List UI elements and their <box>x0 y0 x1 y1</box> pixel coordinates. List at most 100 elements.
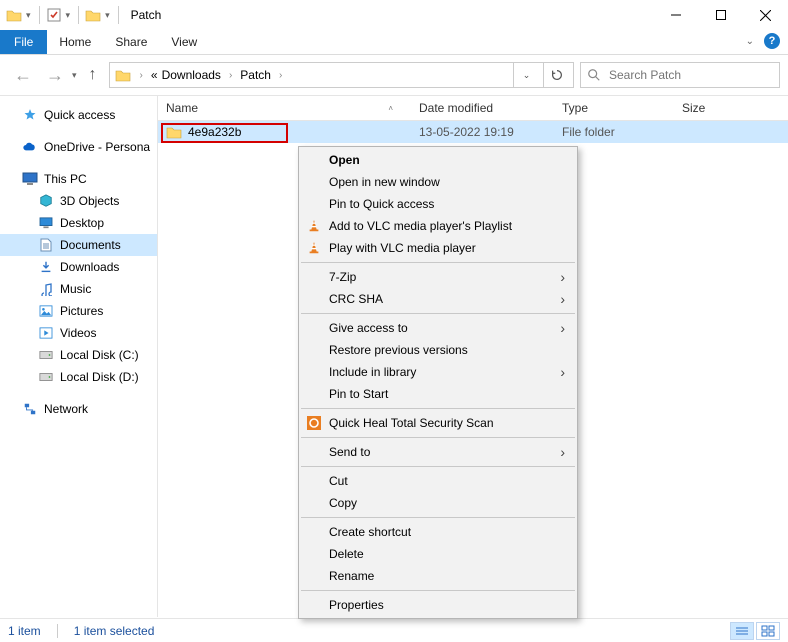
column-label: Name <box>166 101 198 115</box>
menu-vlc-add-playlist[interactable]: Add to VLC media player's Playlist <box>299 215 577 237</box>
breadcrumb-segment[interactable]: Patch <box>240 68 271 82</box>
quick-access-toolbar: ▾ ▾ ▾ <box>6 6 123 24</box>
column-type[interactable]: Type <box>562 101 682 115</box>
navigation-bar: ← → ▾ ↑ › « Downloads › Patch › ⌄ <box>0 55 788 95</box>
chevron-right-icon[interactable]: › <box>136 70 147 81</box>
menu-crc-sha[interactable]: CRC SHA <box>299 288 577 310</box>
menu-give-access[interactable]: Give access to <box>299 317 577 339</box>
navigation-pane: Quick access OneDrive - Persona This PC <box>0 96 158 617</box>
sidebar-music[interactable]: Music <box>0 278 157 300</box>
menu-send-to[interactable]: Send to <box>299 441 577 463</box>
menu-cut[interactable]: Cut <box>299 470 577 492</box>
sidebar-item-label: Quick access <box>44 108 115 122</box>
maximize-button[interactable] <box>698 0 743 30</box>
menu-rename[interactable]: Rename <box>299 565 577 587</box>
sidebar-item-label: Local Disk (D:) <box>60 370 139 384</box>
up-button[interactable]: ↑ <box>83 64 103 86</box>
menu-quickheal-scan[interactable]: Quick Heal Total Security Scan <box>299 412 577 434</box>
qat-separator <box>78 6 79 24</box>
search-input[interactable] <box>607 67 773 83</box>
sidebar-item-label: Music <box>60 282 91 296</box>
qat-customize-icon[interactable]: ▾ <box>103 10 112 21</box>
menu-vlc-play[interactable]: Play with VLC media player <box>299 237 577 259</box>
music-icon <box>38 281 54 297</box>
window-controls <box>653 0 788 30</box>
home-tab[interactable]: Home <box>47 30 103 54</box>
share-tab[interactable]: Share <box>103 30 159 54</box>
menu-open[interactable]: Open <box>299 149 577 171</box>
column-label: Date modified <box>419 101 493 115</box>
address-dropdown-icon[interactable]: ⌄ <box>513 63 539 87</box>
ribbon-tabs: File Home Share View ⌄ ? <box>0 30 788 55</box>
vlc-icon <box>305 239 323 257</box>
menu-7zip[interactable]: 7-Zip <box>299 266 577 288</box>
file-row[interactable]: 4e9a232b 13-05-2022 19:19 File folder <box>158 121 788 143</box>
search-box[interactable] <box>580 62 780 88</box>
properties-icon[interactable] <box>46 7 62 23</box>
sidebar-network[interactable]: Network <box>0 398 157 420</box>
refresh-icon[interactable] <box>543 63 569 87</box>
sidebar-this-pc[interactable]: This PC <box>0 168 157 190</box>
menu-delete[interactable]: Delete <box>299 543 577 565</box>
menu-pin-start[interactable]: Pin to Start <box>299 383 577 405</box>
file-type: File folder <box>562 125 682 139</box>
chevron-right-icon[interactable]: › <box>275 70 286 81</box>
chevron-right-icon[interactable]: › <box>225 70 236 81</box>
folder-icon <box>6 7 22 23</box>
column-label: Type <box>562 101 588 115</box>
column-headers: Name ˄ Date modified Type Size <box>158 96 788 121</box>
sidebar-desktop[interactable]: Desktop <box>0 212 157 234</box>
file-tab[interactable]: File <box>0 30 47 54</box>
close-button[interactable] <box>743 0 788 30</box>
column-date[interactable]: Date modified <box>419 101 562 115</box>
forward-button[interactable]: → <box>40 63 70 88</box>
menu-open-new-window[interactable]: Open in new window <box>299 171 577 193</box>
qat-dropdown-icon[interactable]: ▾ <box>24 10 33 21</box>
sidebar-item-label: This PC <box>44 172 87 186</box>
menu-separator <box>301 313 575 314</box>
file-name: 4e9a232b <box>188 125 241 139</box>
status-item-count: 1 item <box>8 624 41 638</box>
image-icon <box>38 303 54 319</box>
breadcrumb-segment[interactable]: Downloads <box>162 68 221 82</box>
menu-separator <box>301 590 575 591</box>
breadcrumb-prefix[interactable]: « <box>151 68 158 82</box>
menu-create-shortcut[interactable]: Create shortcut <box>299 521 577 543</box>
details-view-button[interactable] <box>730 622 754 640</box>
menu-include-library[interactable]: Include in library <box>299 361 577 383</box>
sidebar-videos[interactable]: Videos <box>0 322 157 344</box>
download-icon <box>38 259 54 275</box>
sidebar-item-label: Pictures <box>60 304 103 318</box>
folder-icon <box>166 125 182 139</box>
ribbon-collapse-icon[interactable]: ⌄ <box>746 36 754 47</box>
menu-copy[interactable]: Copy <box>299 492 577 514</box>
sidebar-pictures[interactable]: Pictures <box>0 300 157 322</box>
menu-separator <box>301 466 575 467</box>
desktop-icon <box>38 215 54 231</box>
view-tab[interactable]: View <box>159 30 209 54</box>
help-icon[interactable]: ? <box>764 33 780 49</box>
qat-dropdown2-icon[interactable]: ▾ <box>64 10 73 21</box>
menu-properties[interactable]: Properties <box>299 594 577 616</box>
back-button[interactable]: ← <box>8 63 38 88</box>
address-bar[interactable]: › « Downloads › Patch › ⌄ <box>109 62 574 88</box>
column-name[interactable]: Name ˄ <box>166 101 419 115</box>
sidebar-local-disk-d[interactable]: Local Disk (D:) <box>0 366 157 388</box>
minimize-button[interactable] <box>653 0 698 30</box>
sidebar-item-label: OneDrive - Persona <box>44 140 150 154</box>
column-size[interactable]: Size <box>682 101 788 115</box>
thumbnails-view-button[interactable] <box>756 622 780 640</box>
folder-icon <box>114 67 132 83</box>
menu-separator <box>301 408 575 409</box>
sidebar-onedrive[interactable]: OneDrive - Persona <box>0 136 157 158</box>
menu-pin-quick-access[interactable]: Pin to Quick access <box>299 193 577 215</box>
sidebar-local-disk-c[interactable]: Local Disk (C:) <box>0 344 157 366</box>
sidebar-documents[interactable]: Documents <box>0 234 157 256</box>
menu-separator <box>301 517 575 518</box>
menu-restore-versions[interactable]: Restore previous versions <box>299 339 577 361</box>
sidebar-3d-objects[interactable]: 3D Objects <box>0 190 157 212</box>
sidebar-quick-access[interactable]: Quick access <box>0 104 157 126</box>
history-dropdown-icon[interactable]: ▾ <box>72 70 77 81</box>
sidebar-downloads[interactable]: Downloads <box>0 256 157 278</box>
document-icon <box>38 237 54 253</box>
